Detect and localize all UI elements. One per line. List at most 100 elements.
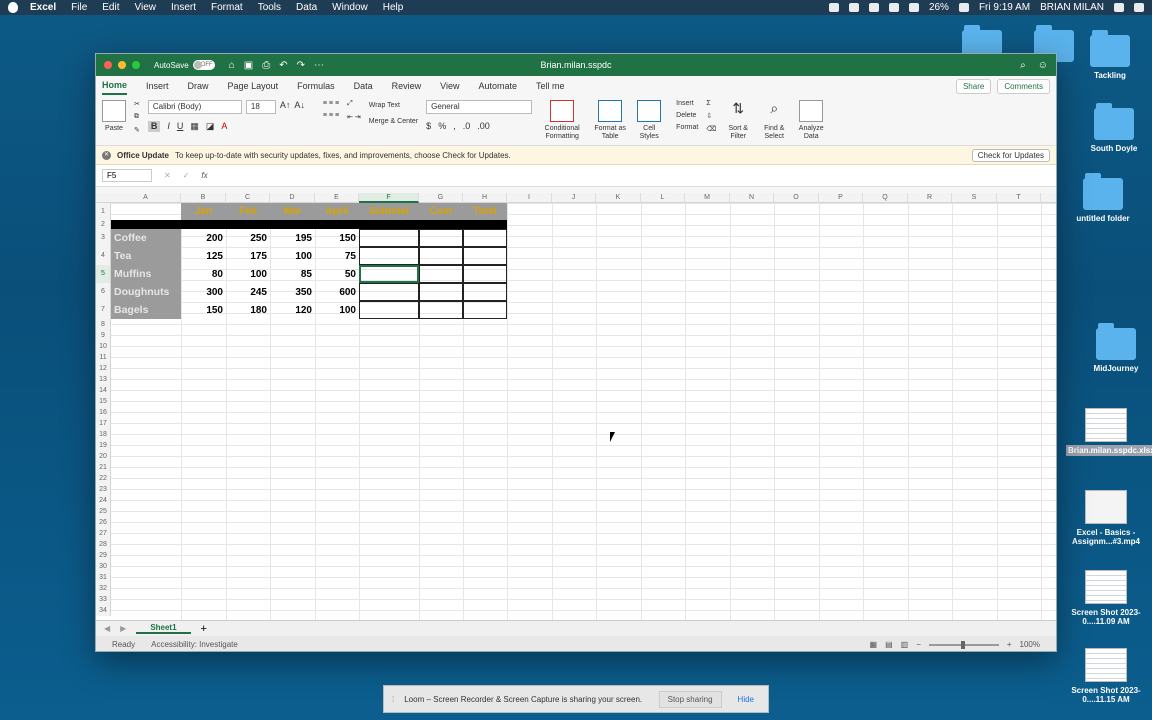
tab-tell-me[interactable]: Tell me	[536, 78, 565, 94]
row-label-cell[interactable]: Muffins	[111, 265, 181, 283]
value-cell[interactable]: 600	[315, 283, 359, 301]
desktop-file-mp4[interactable]: Excel - Basics - Assignm...#3.mp4	[1066, 490, 1146, 546]
more-icon[interactable]: ⋯	[314, 60, 324, 71]
column-header-c[interactable]: C	[226, 193, 270, 203]
zoom-out-icon[interactable]: −	[916, 640, 921, 649]
percent-icon[interactable]: %	[438, 121, 446, 131]
header-cell-feb[interactable]: Feb	[226, 203, 270, 220]
search-icon[interactable]: ⌕	[1020, 60, 1026, 71]
column-header-j[interactable]: J	[552, 193, 596, 203]
row-header-32[interactable]: 32	[96, 583, 111, 594]
copy-icon[interactable]: ⧉	[134, 113, 140, 121]
zoom-slider[interactable]	[928, 640, 999, 649]
empty-formula-cell[interactable]	[359, 247, 419, 265]
empty-formula-cell[interactable]	[419, 265, 463, 283]
share-button[interactable]: Share	[955, 78, 992, 94]
value-cell[interactable]: 245	[226, 283, 270, 301]
tab-automate[interactable]: Automate	[479, 78, 518, 94]
column-header-s[interactable]: S	[952, 193, 997, 203]
close-icon[interactable]	[104, 61, 112, 69]
menu-format[interactable]: Format	[211, 2, 243, 13]
redo-icon[interactable]: ↷	[297, 60, 305, 71]
align-top-icon[interactable]: ≡ ≡ ≡	[323, 100, 339, 107]
value-cell[interactable]: 120	[270, 301, 315, 319]
format-painter-icon[interactable]: ✎	[134, 126, 140, 134]
column-header-t[interactable]: T	[997, 193, 1041, 203]
column-header-a[interactable]: A	[111, 193, 181, 203]
find-select-button[interactable]: ⌕ Find & Select	[760, 100, 788, 141]
decrease-font-icon[interactable]: A↓	[294, 100, 305, 114]
enter-icon[interactable]: ✓	[183, 171, 190, 180]
row-header-19[interactable]: 19	[96, 440, 111, 451]
orientation-icon[interactable]: ⤢	[347, 100, 361, 108]
borders-icon[interactable]: ▦	[190, 121, 199, 132]
value-cell[interactable]: 100	[270, 247, 315, 265]
stop-sharing-button[interactable]: Stop sharing	[658, 690, 722, 708]
header-cell-total[interactable]: Total	[463, 203, 507, 220]
row-label-cell[interactable]: Doughnuts	[111, 283, 181, 301]
row-header-10[interactable]: 10	[96, 341, 111, 352]
row-header-9[interactable]: 9	[96, 330, 111, 341]
align-left-icon[interactable]: ≡ ≡ ≡	[323, 112, 339, 119]
desktop-folder-untitled[interactable]: untitled folder	[1063, 173, 1143, 223]
desktop-folder-midjourney[interactable]: MidJourney	[1076, 323, 1152, 373]
add-sheet-button[interactable]: +	[201, 623, 207, 635]
tab-view[interactable]: View	[440, 78, 459, 94]
value-cell[interactable]: 75	[315, 247, 359, 265]
empty-formula-cell[interactable]	[463, 247, 507, 265]
fullscreen-icon[interactable]	[132, 61, 140, 69]
print-icon[interactable]: ⎙	[262, 60, 270, 71]
column-header-q[interactable]: Q	[863, 193, 908, 203]
conditional-formatting-button[interactable]: Conditional Formatting	[540, 100, 584, 141]
font-name-select[interactable]: Calibri (Body)	[147, 100, 242, 114]
empty-formula-cell[interactable]	[419, 283, 463, 301]
value-cell[interactable]: 195	[270, 229, 315, 247]
record-icon[interactable]	[868, 3, 879, 12]
row-header-29[interactable]: 29	[96, 550, 111, 561]
fill-color-icon[interactable]: ◪	[206, 121, 215, 132]
column-header-m[interactable]: M	[685, 193, 730, 203]
next-sheet-icon[interactable]: ▶	[120, 624, 126, 633]
row-header-13[interactable]: 13	[96, 374, 111, 385]
header-cell-cost[interactable]: Cost	[419, 203, 463, 220]
column-header-h[interactable]: H	[463, 193, 507, 203]
column-header-d[interactable]: D	[270, 193, 315, 203]
clear-icon[interactable]: ⌫	[706, 125, 716, 133]
row-header-2[interactable]: 2	[96, 220, 111, 229]
cell-styles-button[interactable]: Cell Styles	[636, 100, 662, 141]
cancel-icon[interactable]: ✕	[164, 171, 171, 180]
bold-button[interactable]: B	[147, 121, 161, 132]
empty-formula-cell[interactable]	[359, 283, 419, 301]
value-cell[interactable]: 175	[226, 247, 270, 265]
value-cell[interactable]: 150	[181, 301, 226, 319]
display-icon[interactable]	[888, 3, 899, 12]
value-cell[interactable]: 100	[226, 265, 270, 283]
column-header-k[interactable]: K	[596, 193, 641, 203]
value-cell[interactable]: 125	[181, 247, 226, 265]
spotlight-icon[interactable]	[1114, 3, 1124, 12]
value-cell[interactable]: 50	[315, 265, 359, 283]
account-icon[interactable]: ☺	[1038, 60, 1048, 71]
check-updates-button[interactable]: Check for Updates	[971, 148, 1050, 162]
home-icon[interactable]: ⌂	[229, 60, 235, 71]
undo-icon[interactable]: ↶	[279, 60, 287, 71]
row-header-33[interactable]: 33	[96, 594, 111, 605]
menu-app[interactable]: Excel	[30, 2, 56, 13]
number-format-select[interactable]: General	[426, 100, 533, 114]
menu-help[interactable]: Help	[383, 2, 404, 13]
save-icon[interactable]: ▣	[244, 60, 253, 71]
tab-formulas[interactable]: Formulas	[297, 78, 335, 94]
value-cell[interactable]: 80	[181, 265, 226, 283]
desktop-screenshot-2[interactable]: Screen Shot 2023-0....11.15 AM	[1066, 648, 1146, 704]
row-header-7[interactable]: 7	[96, 301, 111, 319]
row-header-17[interactable]: 17	[96, 418, 111, 429]
row-header-15[interactable]: 15	[96, 396, 111, 407]
column-header-g[interactable]: G	[419, 193, 463, 203]
row-header-27[interactable]: 27	[96, 528, 111, 539]
indent-icon[interactable]: ⇤ ⇥	[347, 113, 361, 121]
row-label-cell[interactable]: Tea	[111, 247, 181, 265]
row-header-24[interactable]: 24	[96, 495, 111, 506]
row-header-18[interactable]: 18	[96, 429, 111, 440]
format-cells-button[interactable]: Format	[676, 124, 698, 131]
control-center-icon[interactable]	[1134, 3, 1144, 12]
